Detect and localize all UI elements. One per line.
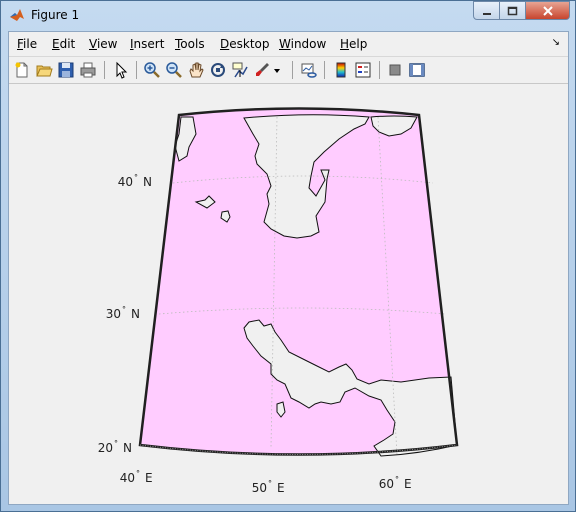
- edit-plot-icon[interactable]: [112, 61, 130, 79]
- toolbar-separator: [292, 61, 293, 79]
- pan-icon[interactable]: [187, 61, 205, 79]
- degree-symbol: °: [114, 439, 118, 448]
- latitude-hemisphere-20: N: [123, 441, 132, 455]
- toolbar-separator: [379, 61, 380, 79]
- menu-window[interactable]: Window: [279, 37, 326, 51]
- longitude-hemisphere-40: E: [145, 471, 153, 485]
- rotate-3d-icon[interactable]: [209, 61, 227, 79]
- maximize-button[interactable]: [500, 1, 526, 20]
- menu-view[interactable]: View: [89, 37, 117, 51]
- zoom-out-icon[interactable]: [165, 61, 183, 79]
- degree-symbol: °: [122, 305, 126, 314]
- latitude-hemisphere-30: N: [131, 307, 140, 321]
- degree-symbol: °: [268, 479, 272, 488]
- toolbar-separator: [136, 61, 137, 79]
- maximize-icon: [507, 6, 518, 15]
- longitude-hemisphere-50: E: [277, 481, 285, 495]
- latitude-label-40: 40: [118, 175, 133, 189]
- longitude-labels: 40 ° E 50 ° E 60 ° E: [120, 469, 412, 495]
- figure-toolbar: [9, 56, 568, 84]
- print-icon[interactable]: [79, 61, 97, 79]
- menu-edit[interactable]: Edit: [52, 37, 75, 51]
- brush-icon[interactable]: [253, 61, 271, 79]
- legend-icon[interactable]: [354, 61, 372, 79]
- longitude-hemisphere-60: E: [404, 477, 412, 491]
- new-figure-icon[interactable]: [13, 61, 31, 79]
- toolbar-separator: [104, 61, 105, 79]
- show-plot-tools-icon[interactable]: [408, 61, 426, 79]
- link-plot-icon[interactable]: [300, 61, 318, 79]
- colorbar-icon[interactable]: [332, 61, 350, 79]
- toolbar-separator: [324, 61, 325, 79]
- minimize-button[interactable]: [473, 1, 500, 20]
- latitude-hemisphere-40: N: [143, 175, 152, 189]
- open-file-icon[interactable]: [35, 61, 53, 79]
- longitude-label-40: 40: [120, 471, 135, 485]
- menu-desktop[interactable]: Desktop: [220, 37, 270, 51]
- figure-window: Figure 1 File Edit View Insert Tools Des…: [0, 0, 576, 512]
- matlab-logo-icon: [10, 9, 24, 21]
- latitude-label-30: 30: [106, 307, 121, 321]
- longitude-label-60: 60: [379, 477, 394, 491]
- figure-client-area: File Edit View Insert Tools Desktop Wind…: [8, 31, 569, 505]
- menu-tools[interactable]: Tools: [175, 37, 205, 51]
- minimize-icon: [482, 12, 491, 15]
- menu-help[interactable]: Help: [340, 37, 367, 51]
- degree-symbol: °: [395, 475, 399, 484]
- menu-bar: File Edit View Insert Tools Desktop Wind…: [9, 32, 568, 54]
- close-icon: [542, 5, 553, 16]
- dock-figure-icon[interactable]: ↘: [552, 37, 560, 48]
- close-button[interactable]: [526, 1, 570, 20]
- menu-insert[interactable]: Insert: [130, 37, 164, 51]
- title-bar[interactable]: Figure 1: [1, 1, 575, 31]
- chevron-down-icon[interactable]: [273, 61, 281, 79]
- hide-plot-tools-icon[interactable]: [386, 61, 404, 79]
- data-cursor-icon[interactable]: [231, 61, 249, 79]
- map-axes[interactable]: 40 ° N 30 ° N 20 ° N 40 ° E 50 ° E 60 ° …: [9, 84, 568, 504]
- degree-symbol: °: [134, 173, 138, 182]
- menu-file[interactable]: File: [17, 37, 37, 51]
- latitude-label-20: 20: [98, 441, 113, 455]
- longitude-label-50: 50: [252, 481, 267, 495]
- degree-symbol: °: [136, 469, 140, 478]
- save-icon[interactable]: [57, 61, 75, 79]
- zoom-in-icon[interactable]: [143, 61, 161, 79]
- axes-area: 40 ° N 30 ° N 20 ° N 40 ° E 50 ° E 60 ° …: [9, 84, 568, 504]
- window-title: Figure 1: [31, 8, 80, 22]
